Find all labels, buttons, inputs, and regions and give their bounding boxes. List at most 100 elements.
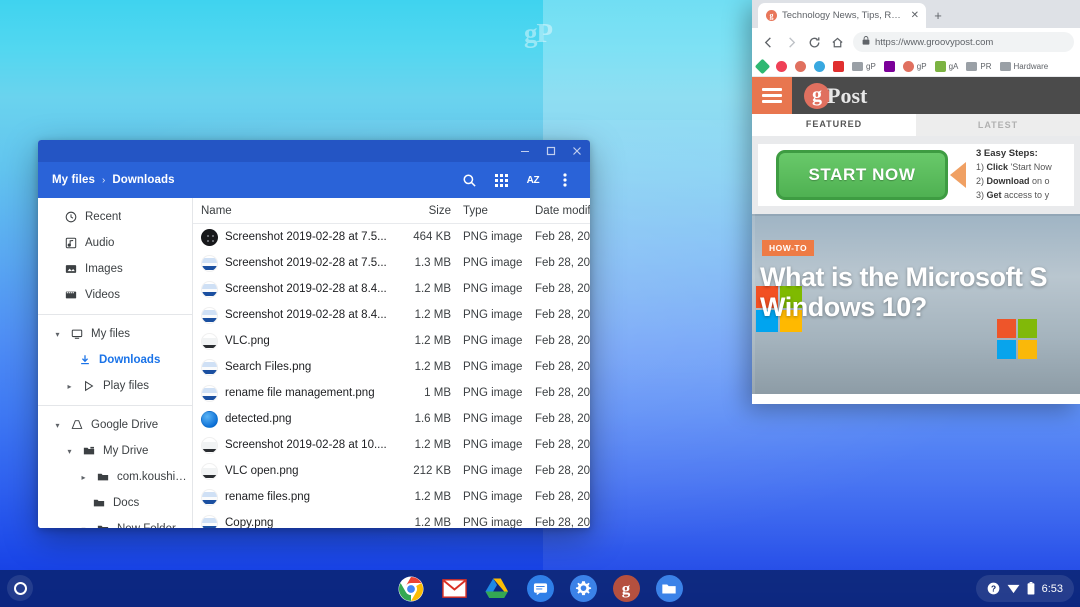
forward-icon[interactable] bbox=[781, 32, 802, 53]
bookmark-item[interactable] bbox=[754, 58, 771, 74]
steps-heading: 3 Easy Steps: bbox=[976, 147, 1038, 159]
chevron-down-icon[interactable]: ▾ bbox=[52, 330, 63, 339]
bookmark-item[interactable]: PR bbox=[966, 61, 992, 71]
chevron-down-icon[interactable]: ▾ bbox=[52, 421, 63, 430]
search-icon[interactable] bbox=[454, 165, 484, 195]
start-now-button[interactable]: START NOW bbox=[776, 150, 948, 200]
table-row[interactable]: Screenshot 2019-02-28 at 8.4... 1.2 MB P… bbox=[193, 276, 590, 302]
maximize-icon[interactable] bbox=[538, 140, 564, 162]
shelf-item-chrome[interactable] bbox=[398, 575, 425, 602]
reload-icon[interactable] bbox=[804, 32, 825, 53]
file-date: Feb 28, 2019, 9:... bbox=[535, 413, 590, 425]
sidebar-item-recent[interactable]: Recent bbox=[38, 204, 192, 230]
bookmark-item[interactable] bbox=[795, 60, 806, 72]
sidebar-item-play-files[interactable]: ▸ Play files bbox=[38, 373, 192, 399]
shelf-item-settings[interactable] bbox=[569, 575, 597, 602]
minimize-icon[interactable] bbox=[512, 140, 538, 162]
sort-az-icon[interactable]: AZ bbox=[518, 165, 548, 195]
bookmark-item[interactable] bbox=[833, 60, 844, 72]
file-type: PNG image bbox=[463, 491, 523, 503]
files-app-window[interactable]: My files › Downloads AZ Recent Audio Ima… bbox=[38, 140, 590, 528]
grid-view-icon[interactable] bbox=[486, 165, 516, 195]
table-row[interactable]: detected.png 1.6 MB PNG image Feb 28, 20… bbox=[193, 406, 590, 432]
column-header-size[interactable]: Size bbox=[391, 205, 451, 217]
chevron-down-icon[interactable]: ▾ bbox=[78, 525, 89, 529]
bookmark-item[interactable]: gP bbox=[902, 60, 927, 72]
column-header-date[interactable]: Date modified▾ bbox=[523, 205, 590, 217]
sidebar-item-downloads[interactable]: Downloads bbox=[38, 347, 192, 373]
file-name: Screenshot 2019-02-28 at 8.4... bbox=[225, 309, 387, 321]
browser-tab[interactable]: g Technology News, Tips, Review ✕ bbox=[758, 3, 926, 28]
file-thumbnail-icon bbox=[201, 514, 218, 528]
bookmark-item[interactable]: gA bbox=[934, 60, 958, 72]
table-row[interactable]: Screenshot 2019-02-28 at 7.5... 464 KB P… bbox=[193, 224, 590, 250]
breadcrumb-current[interactable]: Downloads bbox=[112, 174, 174, 186]
wifi-icon[interactable] bbox=[1007, 583, 1020, 594]
chevron-right-icon[interactable]: ▸ bbox=[64, 382, 75, 391]
chevron-right-icon[interactable]: ▸ bbox=[78, 473, 89, 482]
table-row[interactable]: Screenshot 2019-02-28 at 7.5... 1.3 MB P… bbox=[193, 250, 590, 276]
help-icon[interactable]: ? bbox=[987, 582, 1000, 595]
chrome-browser-window[interactable]: g Technology News, Tips, Review ✕ + http… bbox=[752, 0, 1080, 404]
sidebar-item-images[interactable]: Images bbox=[38, 256, 192, 282]
hero-headline[interactable]: What is the Microsoft S Windows 10? bbox=[760, 262, 1080, 322]
tab-featured[interactable]: FEATURED bbox=[752, 114, 916, 136]
shelf-item-files[interactable] bbox=[655, 575, 683, 602]
sidebar-item-new-folder[interactable]: ▾ New Folder bbox=[38, 516, 192, 528]
shelf-item-groovypost[interactable]: g bbox=[612, 575, 640, 602]
shelf-item-drive[interactable] bbox=[484, 575, 511, 602]
file-thumbnail-icon bbox=[201, 358, 218, 376]
clock-time[interactable]: 6:53 bbox=[1042, 583, 1063, 595]
table-row[interactable]: VLC.png 1.2 MB PNG image Feb 28, 2019, 8… bbox=[193, 328, 590, 354]
home-icon[interactable] bbox=[827, 32, 848, 53]
more-options-icon[interactable] bbox=[550, 165, 580, 195]
category-badge[interactable]: HOW-TO bbox=[762, 240, 815, 256]
table-row[interactable]: Screenshot 2019-02-28 at 8.4... 1.2 MB P… bbox=[193, 302, 590, 328]
bookmark-item[interactable] bbox=[883, 60, 895, 72]
column-header-name[interactable]: Name bbox=[201, 205, 391, 217]
hero-article[interactable]: HOW-TO What is the Microsoft S Windows 1… bbox=[752, 214, 1080, 394]
sidebar-item-google-drive[interactable]: ▾ Google Drive bbox=[38, 412, 192, 438]
file-name: Copy.png bbox=[225, 517, 274, 528]
address-bar[interactable]: https://www.groovypost.com bbox=[853, 32, 1074, 52]
device-icon bbox=[70, 328, 84, 340]
chevron-down-icon[interactable]: ▾ bbox=[64, 447, 75, 456]
sidebar-item-my-files[interactable]: ▾ My files bbox=[38, 321, 192, 347]
table-row[interactable]: Screenshot 2019-02-28 at 10.... 1.2 MB P… bbox=[193, 432, 590, 458]
hamburger-menu-icon[interactable] bbox=[752, 77, 792, 114]
close-tab-icon[interactable]: ✕ bbox=[911, 10, 919, 21]
table-row[interactable]: rename file management.png 1 MB PNG imag… bbox=[193, 380, 590, 406]
column-header-type[interactable]: Type bbox=[451, 205, 523, 217]
bookmark-item[interactable]: gP bbox=[852, 61, 876, 71]
tab-latest[interactable]: LATEST bbox=[916, 114, 1080, 136]
sidebar-item-com-koushikdutt[interactable]: ▸ com.koushikdutt... bbox=[38, 464, 192, 490]
sidebar-item-my-drive[interactable]: ▾ My Drive bbox=[38, 438, 192, 464]
sidebar-item-docs[interactable]: Docs bbox=[38, 490, 192, 516]
sidebar-item-audio[interactable]: Audio bbox=[38, 230, 192, 256]
site-logo[interactable]: g Post bbox=[804, 82, 867, 109]
close-icon[interactable] bbox=[564, 140, 590, 162]
shelf-item-gmail[interactable] bbox=[441, 575, 468, 602]
microsoft-logo-icon bbox=[997, 319, 1037, 359]
bookmark-item[interactable] bbox=[776, 60, 787, 72]
file-type: PNG image bbox=[463, 517, 523, 528]
breadcrumb-root[interactable]: My files bbox=[52, 174, 95, 186]
files-titlebar[interactable] bbox=[38, 140, 590, 162]
battery-icon[interactable] bbox=[1027, 582, 1035, 595]
table-row[interactable]: rename files.png 1.2 MB PNG image Feb 28… bbox=[193, 484, 590, 510]
system-tray[interactable]: ? 6:53 bbox=[975, 575, 1074, 602]
folder-icon bbox=[966, 61, 978, 71]
new-tab-button[interactable]: + bbox=[926, 3, 950, 28]
step-number: 1) bbox=[976, 162, 985, 173]
file-name-cell: Screenshot 2019-02-28 at 7.5... bbox=[201, 228, 391, 246]
bookmark-item[interactable] bbox=[814, 60, 825, 72]
table-row[interactable]: VLC open.png 212 KB PNG image Feb 28, 20… bbox=[193, 458, 590, 484]
back-icon[interactable] bbox=[758, 32, 779, 53]
table-row[interactable]: Search Files.png 1.2 MB PNG image Feb 28… bbox=[193, 354, 590, 380]
file-date: Feb 28, 2019, 7:... bbox=[535, 257, 590, 269]
sidebar-item-videos[interactable]: Videos bbox=[38, 282, 192, 308]
shelf-item-messages[interactable] bbox=[526, 575, 554, 602]
table-row[interactable]: Copy.png 1.2 MB PNG image Feb 28, 2019, … bbox=[193, 510, 590, 528]
bookmark-item[interactable]: Hardware bbox=[999, 61, 1048, 71]
step-bold: Get bbox=[986, 190, 1002, 201]
